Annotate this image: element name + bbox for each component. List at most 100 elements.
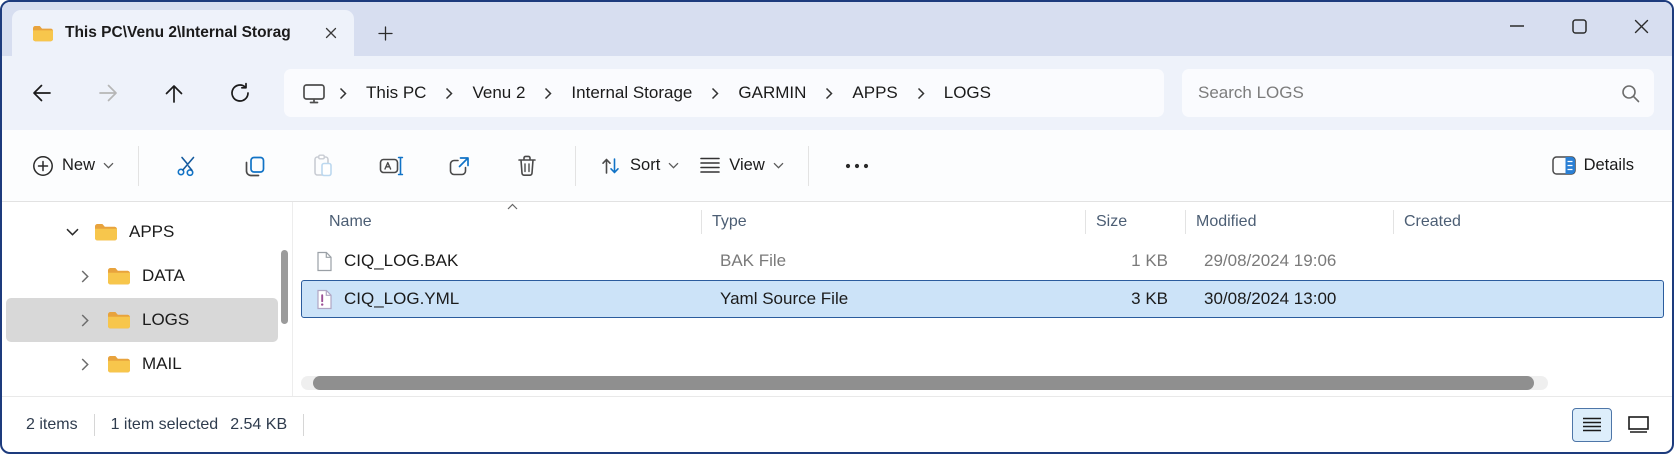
rename-button[interactable] [367,144,415,188]
toolbar-divider [808,146,809,186]
chevron-down-icon [773,162,784,169]
chevron-right-icon[interactable] [77,270,93,283]
selection-count: 1 item selected [111,416,219,434]
chevron-right-icon[interactable] [77,358,93,371]
sidebar-item-label: APPS [129,222,174,242]
horizontal-scrollbar-thumb[interactable] [313,376,1534,390]
folder-icon [107,355,130,373]
toolbar-divider [575,146,576,186]
copy-button[interactable] [231,144,279,188]
minimize-button[interactable] [1486,4,1548,48]
view-lines-icon [699,157,721,174]
breadcrumb[interactable]: This PC Venu 2 Internal Storage GARMIN A… [284,69,1164,117]
paste-button[interactable] [299,144,347,188]
cut-button[interactable] [163,144,211,188]
back-icon[interactable] [20,71,64,115]
details-button-label: Details [1584,156,1634,175]
details-view-toggle[interactable] [1572,408,1612,442]
forward-icon[interactable] [86,71,130,115]
chevron-down-icon [668,162,679,169]
new-tab-button[interactable] [368,16,402,50]
content-area: APPS DATA LOGS [2,202,1672,396]
up-icon[interactable] [152,71,196,115]
sidebar-item-label: DATA [142,266,185,286]
explorer-tab[interactable]: This PC\Venu 2\Internal Storag [12,10,354,56]
search-box [1182,69,1654,117]
sidebar-item-label: LOGS [142,310,189,330]
view-button-label: View [729,156,764,175]
chevron-right-icon [917,87,925,100]
selection-size: 2.54 KB [230,416,287,434]
file-list: Name Type Size Modified Created CIQ_LOG.… [292,202,1672,396]
tab-title: This PC\Venu 2\Internal Storag [65,24,318,42]
status-bar: 2 items 1 item selected 2.54 KB [2,396,1672,452]
details-pane-icon [1552,156,1576,175]
share-button[interactable] [435,144,483,188]
file-explorer-window: This PC\Venu 2\Internal Storag [0,0,1674,454]
sidebar-item-mail[interactable]: MAIL [6,342,278,386]
new-button[interactable]: New [22,144,124,188]
file-icon [316,251,333,272]
sidebar-item-data[interactable]: DATA [6,254,278,298]
column-header-created[interactable]: Created [1393,210,1672,234]
column-header-size[interactable]: Size [1085,210,1185,234]
copy-icon [244,155,266,177]
horizontal-scrollbar[interactable] [301,376,1548,390]
large-icons-view-toggle[interactable] [1618,408,1658,442]
breadcrumb-item-apps[interactable]: APPS [846,77,903,109]
file-modified: 29/08/2024 19:06 [1194,251,1402,271]
sort-button[interactable]: Sort [590,144,689,188]
chevron-right-icon[interactable] [77,314,93,327]
view-button[interactable]: View [689,144,793,188]
breadcrumb-item-logs[interactable]: LOGS [938,77,997,109]
plus-circle-icon [32,155,54,177]
delete-button[interactable] [503,144,551,188]
file-name: CIQ_LOG.YML [344,289,459,309]
column-header-modified[interactable]: Modified [1185,210,1393,234]
search-icon[interactable] [1621,84,1640,103]
this-pc-icon[interactable] [302,83,326,104]
trash-icon [517,155,537,177]
items-count: 2 items [26,416,78,434]
folder-icon [107,267,130,285]
breadcrumb-item-internal-storage[interactable]: Internal Storage [565,77,698,109]
status-divider [303,414,304,436]
toolbar: New [2,130,1672,202]
file-size: 3 KB [1094,289,1194,309]
search-input[interactable] [1198,83,1621,103]
file-type: BAK File [710,251,1094,271]
chevron-down-icon [103,162,114,169]
details-button[interactable]: Details [1542,144,1652,188]
refresh-icon[interactable] [218,71,262,115]
column-headers: Name Type Size Modified Created [293,202,1672,242]
sidebar-tree: APPS DATA LOGS [2,202,292,396]
sidebar-scrollbar[interactable] [281,250,288,324]
status-divider [94,414,95,436]
column-header-name[interactable]: Name [293,210,701,234]
file-type: Yaml Source File [710,289,1094,309]
table-row-ciq-log-bak[interactable]: CIQ_LOG.BAK BAK File 1 KB 29/08/2024 19:… [301,242,1664,280]
table-row-ciq-log-yml[interactable]: CIQ_LOG.YML Yaml Source File 3 KB 30/08/… [301,280,1664,318]
sidebar-item-logs[interactable]: LOGS [6,298,278,342]
more-options-button[interactable] [833,144,881,188]
tab-close-icon[interactable] [318,20,344,46]
ellipsis-icon [845,163,869,169]
maximize-button[interactable] [1548,4,1610,48]
sidebar-item-apps[interactable]: APPS [6,210,278,254]
chevron-right-icon [445,87,453,100]
breadcrumb-item-this-pc[interactable]: This PC [360,77,432,109]
file-modified: 30/08/2024 13:00 [1194,289,1402,309]
breadcrumb-item-garmin[interactable]: GARMIN [732,77,812,109]
folder-icon [32,25,53,42]
rename-icon [379,155,404,177]
chevron-down-icon[interactable] [64,228,80,236]
large-icons-view-icon [1628,416,1649,433]
breadcrumb-item-venu-2[interactable]: Venu 2 [466,77,531,109]
chevron-right-icon [711,87,719,100]
close-button[interactable] [1610,4,1672,48]
titlebar: This PC\Venu 2\Internal Storag [2,2,1672,56]
sort-icon [600,156,622,176]
column-header-type[interactable]: Type [701,210,1085,234]
file-size: 1 KB [1094,251,1194,271]
folder-icon [94,223,117,241]
